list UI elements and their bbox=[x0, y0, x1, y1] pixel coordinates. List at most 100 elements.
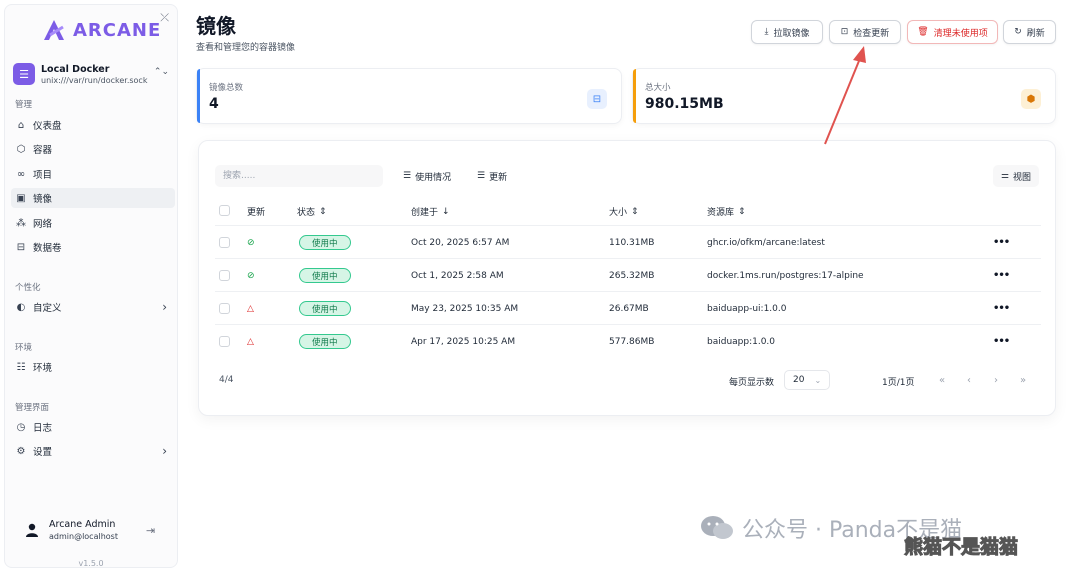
stat-accent-bar bbox=[633, 69, 636, 123]
table-row[interactable]: ⊘ 使用中 Oct 20, 2025 6:57 AM 110.31MB ghcr… bbox=[215, 225, 1041, 258]
row-actions-icon[interactable]: ••• bbox=[993, 259, 1010, 292]
chevron-down-icon: ⌄ bbox=[814, 375, 822, 385]
link-icon: ∞ bbox=[16, 168, 26, 180]
next-page-icon[interactable]: › bbox=[986, 370, 1006, 390]
status-badge: 使用中 bbox=[299, 235, 351, 250]
warning-triangle-icon: △ bbox=[247, 303, 254, 314]
prune-unused-button[interactable]: 🗑 清理未使用项 bbox=[907, 20, 998, 44]
column-status[interactable]: 状态 ⇕ bbox=[297, 205, 327, 219]
home-icon: ⌂ bbox=[17, 119, 25, 131]
check-circle-icon: ⊘ bbox=[247, 270, 255, 281]
sidebar-item-volumes[interactable]: ⊟ 数据卷 bbox=[11, 237, 175, 257]
sidebar-item-logs[interactable]: ◷ 日志 bbox=[11, 417, 175, 437]
sliders-icon: ⚌ bbox=[1000, 171, 1009, 181]
filter-icon: ☰ bbox=[477, 171, 486, 181]
sidebar-item-dashboard[interactable]: ⌂ 仪表盘 bbox=[11, 115, 175, 135]
check-circle-icon: ⊘ bbox=[247, 237, 255, 248]
check-updates-button[interactable]: ⊡ 检查更新 bbox=[829, 20, 901, 44]
created-date: Oct 1, 2025 2:58 AM bbox=[411, 270, 504, 281]
row-actions-icon[interactable]: ••• bbox=[993, 226, 1010, 259]
sidebar-item-customize[interactable]: ◐ 自定义 › bbox=[11, 297, 175, 317]
row-checkbox[interactable] bbox=[219, 226, 230, 259]
image-size: 265.32MB bbox=[609, 270, 655, 281]
filter-update-button[interactable]: ☰ 更新 bbox=[471, 165, 513, 187]
stat-total-value: 4 bbox=[209, 96, 219, 112]
environment-socket: unix:///var/run/docker.sock bbox=[41, 75, 148, 85]
filter-usage-button[interactable]: ☰ 使用情况 bbox=[397, 165, 457, 187]
brand-logo[interactable]: ARCANE bbox=[41, 17, 161, 43]
section-personal: 个性化 bbox=[15, 283, 41, 293]
image-repository: baiduapp:1.0.0 bbox=[707, 336, 776, 347]
select-all-checkbox[interactable] bbox=[219, 205, 230, 216]
table-row[interactable]: ⊘ 使用中 Oct 1, 2025 2:58 AM 265.32MB docke… bbox=[215, 258, 1041, 291]
row-checkbox[interactable] bbox=[219, 259, 230, 292]
app-version: v1.5.0 bbox=[78, 559, 104, 568]
search-input[interactable] bbox=[215, 165, 383, 187]
chevron-right-icon: › bbox=[162, 444, 167, 458]
last-page-icon[interactable]: » bbox=[1013, 370, 1033, 390]
stat-accent-bar bbox=[197, 69, 200, 123]
sort-icon: ⇕ bbox=[738, 206, 746, 217]
sidebar-item-projects[interactable]: ∞ 项目 bbox=[11, 164, 175, 184]
stat-total-size: 总大小 980.15MB ⬢ bbox=[632, 68, 1056, 124]
table-row[interactable]: △ 使用中 May 23, 2025 10:35 AM 26.67MB baid… bbox=[215, 291, 1041, 324]
first-page-icon[interactable]: « bbox=[932, 370, 952, 390]
trash-icon: 🗑 bbox=[917, 27, 929, 37]
column-created[interactable]: 创建于 ↓ bbox=[411, 205, 450, 219]
image-repository: baiduapp-ui:1.0.0 bbox=[707, 303, 787, 314]
sidebar-item-label: 项目 bbox=[33, 170, 53, 181]
column-size[interactable]: 大小 ⇕ bbox=[609, 205, 639, 219]
column-repository[interactable]: 资源库 ⇕ bbox=[707, 205, 746, 219]
watermark-overlay: 熊猫不是猫猫 bbox=[903, 536, 1019, 559]
pull-image-button[interactable]: ⤓ 拉取镜像 bbox=[751, 20, 823, 44]
stat-total-label: 镜像总数 bbox=[209, 83, 244, 93]
network-icon: ⁂ bbox=[16, 217, 26, 229]
status-badge: 使用中 bbox=[299, 268, 351, 283]
arcane-logo-icon bbox=[44, 20, 64, 40]
column-update: 更新 bbox=[247, 208, 266, 218]
package-icon: ⬢ bbox=[1021, 89, 1041, 109]
images-table-card: ☰ 使用情况 ☰ 更新 ⚌ 视图 更新 状态⇕ 创建于↓ 大小⇕ 资源库⇕ ⊘ … bbox=[198, 140, 1056, 416]
sidebar-item-networks[interactable]: ⁂ 网络 bbox=[11, 213, 175, 233]
chevron-right-icon: › bbox=[162, 300, 167, 314]
row-actions-icon[interactable]: ••• bbox=[993, 325, 1010, 358]
wechat-icon bbox=[701, 516, 733, 539]
palette-icon: ◐ bbox=[16, 301, 26, 313]
sidebar-item-environments[interactable]: ☷ 环境 bbox=[11, 357, 175, 377]
sidebar-item-label: 容器 bbox=[33, 145, 53, 156]
refresh-icon: ↻ bbox=[1014, 27, 1022, 37]
row-checkbox[interactable] bbox=[219, 325, 230, 358]
row-actions-icon[interactable]: ••• bbox=[993, 292, 1010, 325]
created-date: Apr 17, 2025 10:25 AM bbox=[411, 336, 516, 347]
table-row[interactable]: △ 使用中 Apr 17, 2025 10:25 AM 577.86MB bai… bbox=[215, 324, 1041, 357]
per-page-value: 20 bbox=[793, 375, 805, 385]
view-options-button[interactable]: ⚌ 视图 bbox=[992, 165, 1039, 187]
refresh-button[interactable]: ↻ 刷新 bbox=[1003, 20, 1056, 44]
refresh-label: 刷新 bbox=[1026, 28, 1045, 39]
box-icon: ⬡ bbox=[16, 143, 26, 155]
scan-icon: ⊡ bbox=[840, 27, 849, 37]
sidebar-item-label: 仪表盘 bbox=[33, 121, 62, 132]
sidebar-item-containers[interactable]: ⬡ 容器 bbox=[11, 139, 175, 159]
unpin-icon[interactable]: ⤫ bbox=[160, 11, 169, 25]
clock-icon: ◷ bbox=[16, 421, 26, 433]
row-checkbox[interactable] bbox=[219, 292, 230, 325]
prune-unused-label: 清理未使用项 bbox=[933, 28, 988, 39]
image-repository: ghcr.io/ofkm/arcane:latest bbox=[707, 237, 825, 248]
user-profile[interactable]: Arcane Admin admin@localhost bbox=[25, 519, 118, 541]
logout-icon[interactable]: ⇥ bbox=[146, 524, 155, 537]
environment-switcher[interactable]: ☰ Local Docker unix:///var/run/docker.so… bbox=[13, 59, 173, 89]
gear-icon: ⚙ bbox=[16, 445, 26, 457]
prev-page-icon[interactable]: ‹ bbox=[959, 370, 979, 390]
sidebar-item-images[interactable]: ▣ 镜像 bbox=[11, 188, 175, 208]
created-date: Oct 20, 2025 6:57 AM bbox=[411, 237, 510, 248]
per-page-select[interactable]: 20 ⌄ bbox=[784, 370, 830, 390]
image-size: 26.67MB bbox=[609, 303, 649, 314]
image-icon: ▣ bbox=[16, 192, 26, 204]
download-icon: ⤓ bbox=[764, 27, 769, 37]
sidebar-item-settings[interactable]: ⚙ 设置 › bbox=[11, 441, 175, 461]
filter-usage-label: 使用情况 bbox=[415, 172, 452, 183]
server-icon: ☷ bbox=[16, 361, 26, 373]
stat-size-value: 980.15MB bbox=[645, 96, 724, 112]
sidebar: ARCANE ⤫ ☰ Local Docker unix:///var/run/… bbox=[4, 4, 178, 568]
